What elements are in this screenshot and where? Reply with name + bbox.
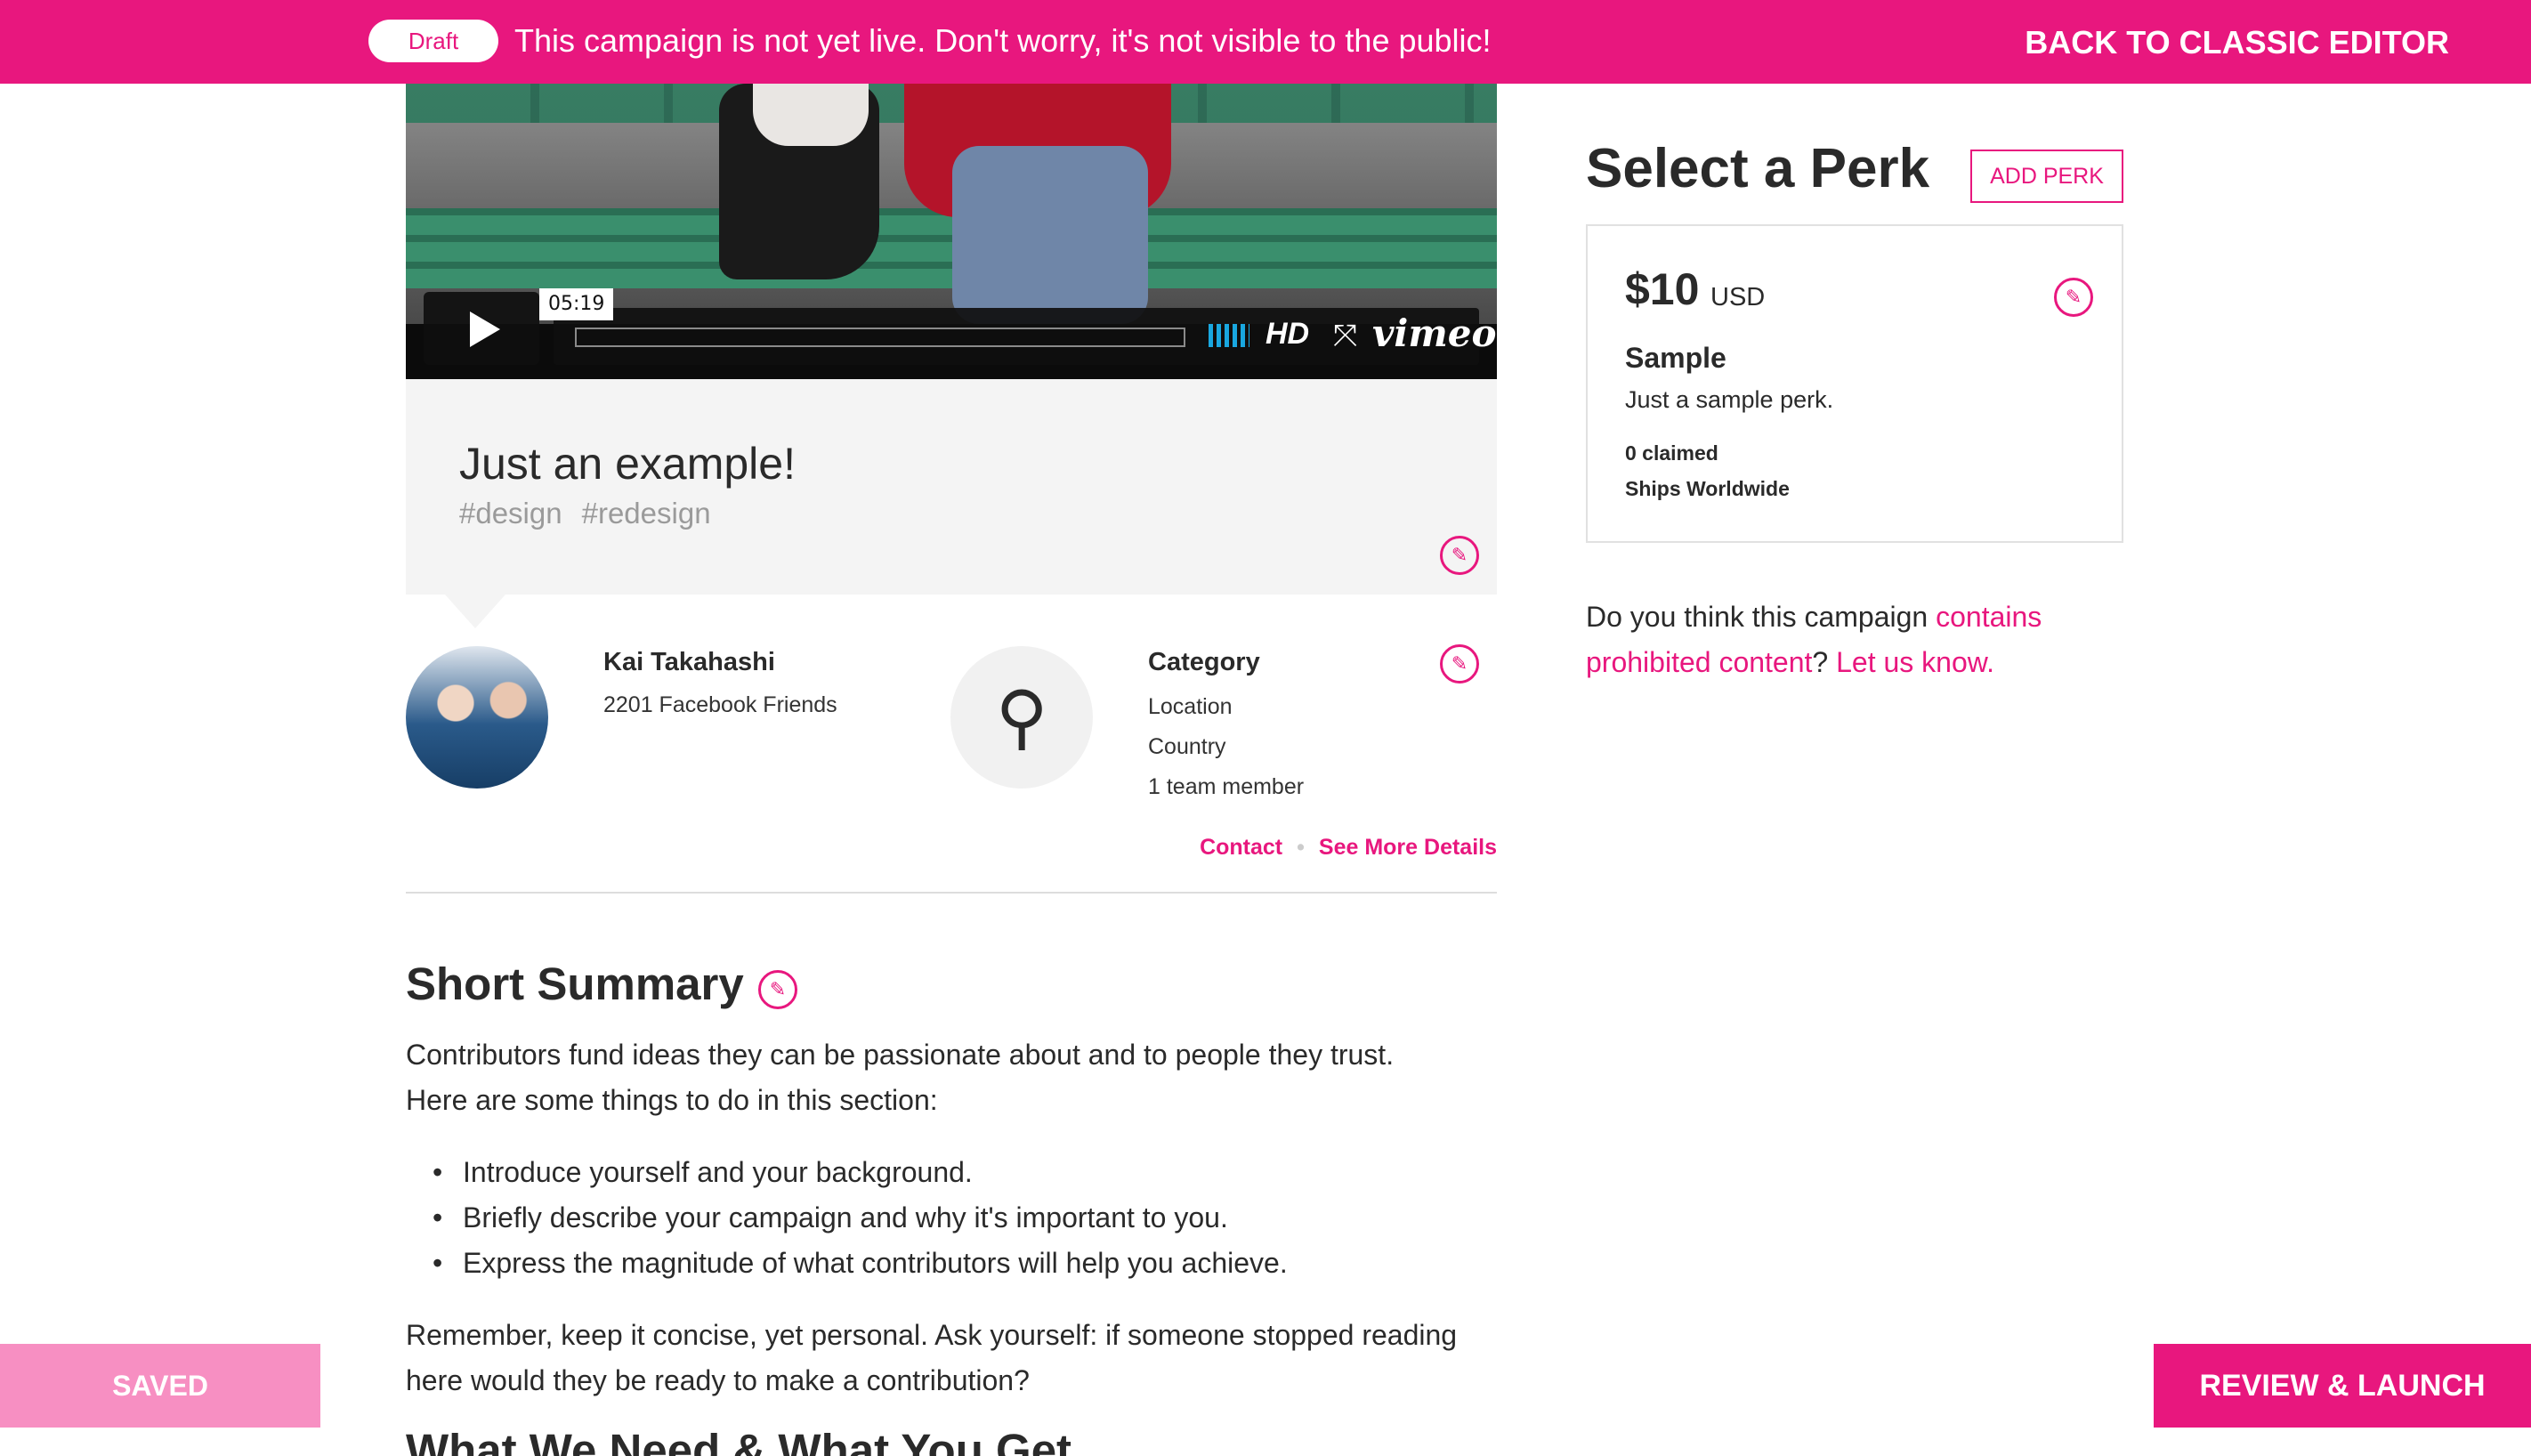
report-content-text: Do you think this campaign contains proh…	[1586, 595, 2123, 685]
play-icon[interactable]	[424, 292, 539, 365]
short-summary-heading: Short Summary	[406, 959, 744, 1009]
list-item: Introduce yourself and your background.	[433, 1150, 1288, 1195]
perk-card[interactable]: $10 USD ✎ Sample Just a sample perk. 0 c…	[1586, 224, 2123, 543]
category-location: Location	[1148, 694, 1233, 719]
draft-message: This campaign is not yet live. Don't wor…	[514, 22, 1492, 59]
let-us-know-link[interactable]: Let us know.	[1836, 646, 1994, 678]
perk-title: Sample	[1625, 342, 1726, 374]
edit-title-pencil-icon[interactable]: ✎	[1440, 536, 1479, 575]
owner-links: Contact • See More Details	[1200, 835, 1497, 861]
vimeo-logo[interactable]: vimeo	[1372, 311, 1497, 355]
perk-description: Just a sample perk.	[1625, 386, 1834, 413]
see-more-details-link[interactable]: See More Details	[1319, 835, 1497, 860]
list-item: Express the magnitude of what contributo…	[433, 1241, 1288, 1286]
tag-design: #design	[459, 497, 562, 530]
edit-summary-pencil-icon[interactable]: ✎	[758, 970, 797, 1009]
summary-outro-line-1: Remember, keep it concise, yet personal.…	[406, 1319, 1458, 1351]
category-label: Category	[1148, 648, 1260, 676]
campaign-editor-page: { "draft_bar": { "badge": "Draft", "mess…	[0, 0, 2531, 1456]
draft-badge: Draft	[368, 20, 498, 62]
category-team-size: 1 team member	[1148, 774, 1305, 799]
campaign-video[interactable]: HD ⤧ vimeo 05:19	[406, 84, 1497, 379]
summary-intro-line-2: Here are some things to do in this secti…	[406, 1084, 938, 1116]
perk-claimed-count: 0 claimed	[1625, 441, 1718, 465]
perk-shipping: Ships Worldwide	[1625, 477, 1790, 500]
back-to-classic-editor-link[interactable]: BACK TO CLASSIC EDITOR	[2025, 21, 2449, 64]
tag-redesign: #redesign	[581, 497, 711, 530]
video-frame-bench-seat	[406, 208, 1497, 288]
add-perk-button[interactable]: ADD PERK	[1970, 150, 2123, 203]
owner-avatar[interactable]	[406, 646, 548, 789]
owner-name[interactable]: Kai Takahashi	[603, 648, 775, 677]
video-scrubber[interactable]	[575, 328, 1185, 347]
saved-status-button: SAVED	[0, 1344, 320, 1428]
category-country: Country	[1148, 734, 1226, 759]
lightbulb-icon: ⚲	[950, 646, 1093, 789]
campaign-tags: #design #redesign	[459, 497, 731, 530]
video-frame-person-right-jeans	[952, 146, 1148, 324]
owner-friends-count: 2201 Facebook Friends	[603, 692, 837, 717]
summary-outro-line-2: here would they be ready to make a contr…	[406, 1364, 1030, 1396]
perk-price: $10	[1625, 264, 1700, 314]
contact-link[interactable]: Contact	[1200, 835, 1282, 860]
what-we-need-heading: What We Need & What You Get	[406, 1425, 1072, 1456]
report-prefix: Do you think this campaign	[1586, 601, 1929, 633]
link-separator: •	[1297, 835, 1305, 860]
hd-toggle[interactable]: HD	[1266, 317, 1309, 352]
section-divider	[406, 892, 1497, 894]
summary-bullet-list: Introduce yourself and your background. …	[433, 1150, 1288, 1286]
volume-bars-icon[interactable]	[1209, 324, 1249, 347]
summary-intro-line-1: Contributors fund ideas they can be pass…	[406, 1039, 1395, 1071]
campaign-title-box: Just an example! #design #redesign ✎	[406, 379, 1497, 628]
video-controls: HD ⤧ vimeo	[554, 308, 1497, 365]
title-box-pointer	[445, 595, 505, 628]
edit-category-pencil-icon[interactable]: ✎	[1440, 644, 1479, 684]
fullscreen-icon[interactable]: ⤧	[1333, 319, 1357, 353]
video-frame-person-left-top	[753, 84, 869, 146]
select-perk-heading: Select a Perk	[1586, 138, 1930, 199]
review-and-launch-button[interactable]: REVIEW & LAUNCH	[2154, 1344, 2531, 1428]
report-question-mark: ?	[1812, 646, 1829, 678]
list-item: Briefly describe your campaign and why i…	[433, 1195, 1288, 1241]
edit-perk-pencil-icon[interactable]: ✎	[2054, 278, 2093, 317]
video-timecode: 05:19	[539, 288, 614, 320]
draft-banner: Draft This campaign is not yet live. Don…	[0, 0, 2531, 84]
perk-currency: USD	[1710, 283, 1766, 311]
campaign-title: Just an example!	[459, 439, 796, 489]
